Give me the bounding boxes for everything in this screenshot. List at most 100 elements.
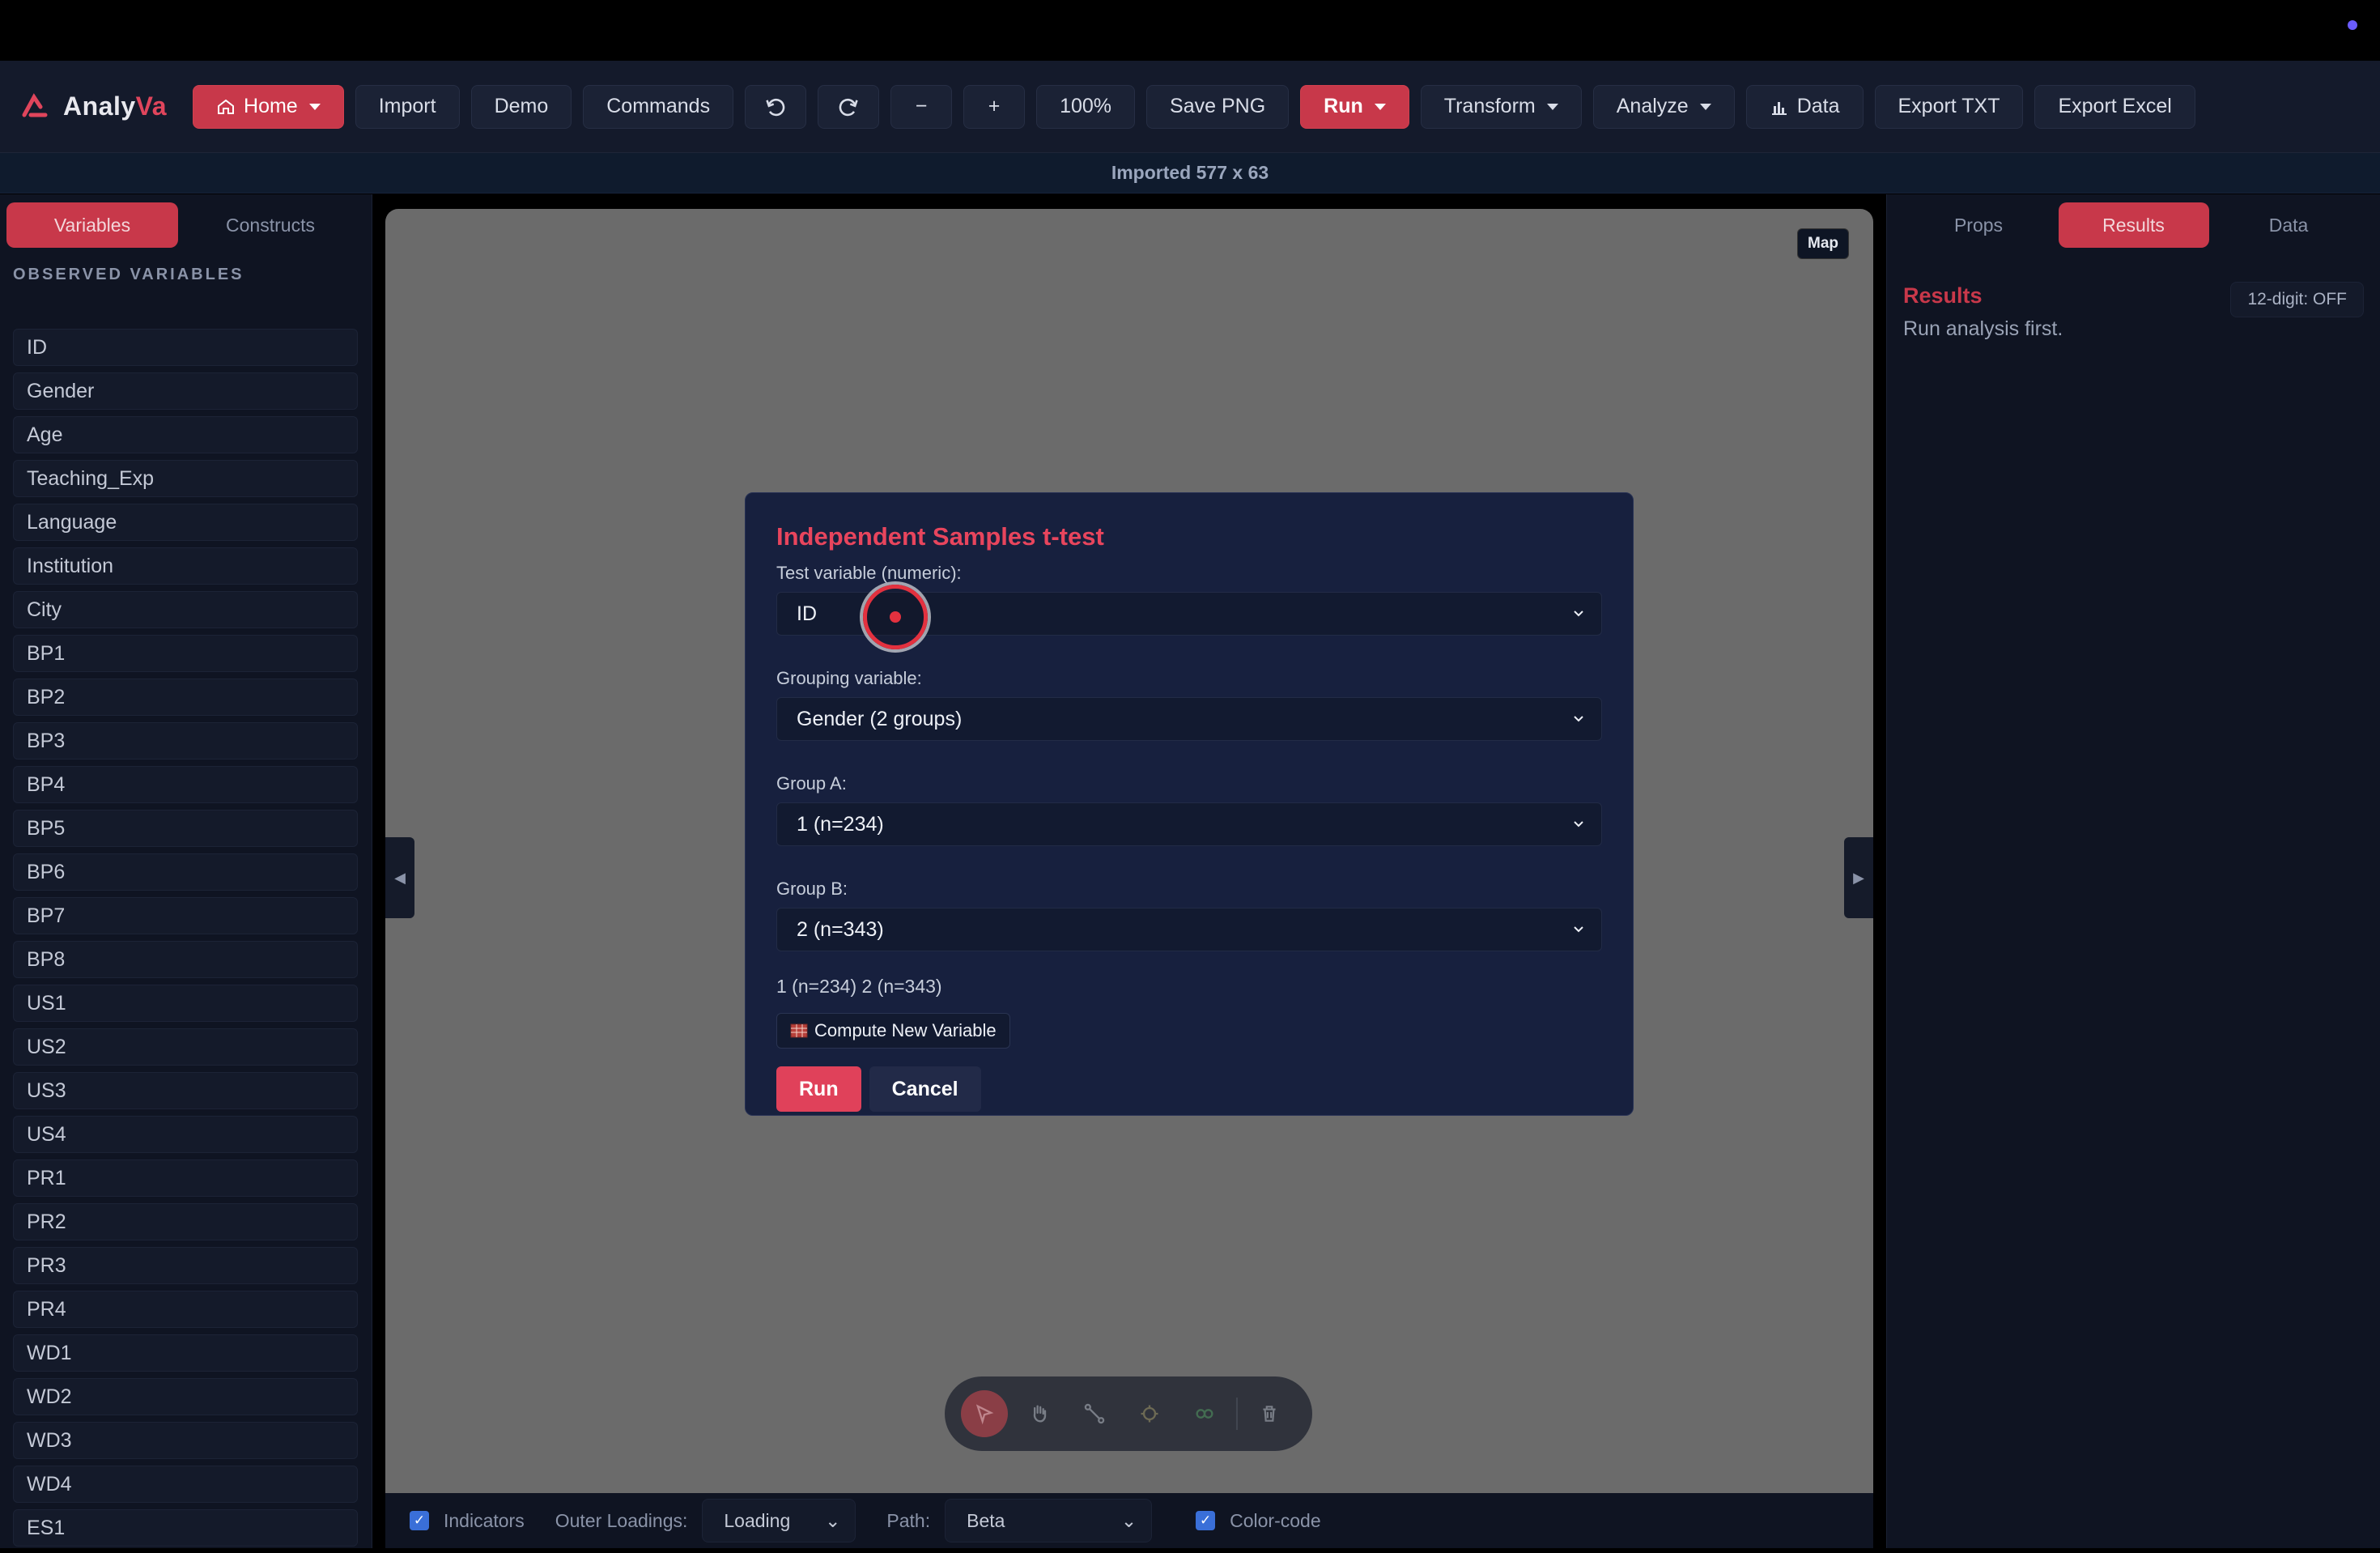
variable-item[interactable]: PR2 (13, 1203, 358, 1240)
variable-item[interactable]: BP2 (13, 679, 358, 716)
variable-item[interactable]: BP5 (13, 810, 358, 847)
transform-menu-button[interactable]: Transform (1420, 84, 1582, 129)
variable-item[interactable]: WD4 (13, 1466, 358, 1503)
home-button[interactable]: Home (193, 84, 344, 129)
analyze-label: Analyze (1616, 95, 1689, 117)
click-indicator-dot (890, 611, 901, 623)
color-code-checkbox[interactable]: ✓ (1196, 1511, 1216, 1530)
compute-variable-label: Compute New Variable (814, 1020, 997, 1040)
chevron-down-icon (1546, 103, 1558, 110)
bar-chart-icon (1771, 101, 1787, 115)
hand-icon (1033, 1405, 1047, 1423)
right-panel: Props Results Data Results Run analysis … (1886, 194, 2380, 1548)
redo-button[interactable] (818, 84, 880, 129)
tab-constructs[interactable]: Constructs (185, 202, 356, 248)
commands-button[interactable]: Commands (583, 84, 734, 129)
variable-item[interactable]: US2 (13, 1028, 358, 1066)
digit-precision-toggle[interactable]: 12-digit: OFF (2230, 282, 2364, 317)
variable-item[interactable]: PR1 (13, 1159, 358, 1197)
pan-tool[interactable] (1016, 1390, 1063, 1437)
undo-button[interactable] (745, 84, 807, 129)
transform-label: Transform (1443, 95, 1536, 117)
run-button[interactable]: Run (776, 1066, 861, 1112)
collapse-right-handle[interactable]: ▶ (1844, 837, 1873, 918)
canvas-options-bar: ✓ Indicators Outer Loadings: Loading ⌄ Pa… (385, 1493, 1873, 1548)
run-menu-label: Run (1324, 95, 1363, 117)
connector-icon (1084, 1403, 1105, 1424)
variable-item[interactable]: Teaching_Exp (13, 460, 358, 497)
logo-icon (22, 92, 48, 117)
test-variable-label: Test variable (numeric): (776, 563, 962, 583)
right-tabs: Props Results Data (1887, 194, 2380, 248)
zoom-out-button[interactable]: − (890, 84, 953, 129)
variable-item[interactable]: US1 (13, 985, 358, 1022)
path-label: Path: (886, 1509, 931, 1531)
undo-icon (766, 98, 785, 116)
link-tool[interactable] (1181, 1390, 1228, 1437)
connect-tool[interactable] (1071, 1390, 1118, 1437)
variable-item[interactable]: Age (13, 416, 358, 453)
chevron-down-icon (1574, 926, 1583, 933)
run-menu-button[interactable]: Run (1300, 84, 1409, 129)
group-b-label: Group B: (776, 879, 848, 899)
chevron-down-icon (308, 103, 321, 110)
save-png-button[interactable]: Save PNG (1146, 84, 1290, 129)
chevron-down-icon (1374, 103, 1386, 110)
dialog-actions: Run Cancel (776, 1066, 1602, 1112)
variable-item[interactable]: US4 (13, 1116, 358, 1153)
variable-item[interactable]: WD2 (13, 1378, 358, 1415)
variable-item[interactable]: Institution (13, 547, 358, 585)
data-button[interactable]: Data (1745, 84, 1864, 129)
export-txt-button[interactable]: Export TXT (1874, 84, 2024, 129)
zoom-level[interactable]: 100% (1036, 84, 1136, 129)
select-tool[interactable] (961, 1390, 1008, 1437)
group-b-select[interactable]: 2 (n=343) (776, 908, 1602, 951)
variable-item[interactable]: WD1 (13, 1334, 358, 1372)
variable-item[interactable]: PR3 (13, 1247, 358, 1284)
tab-data[interactable]: Data (2213, 202, 2364, 248)
export-excel-button[interactable]: Export Excel (2034, 84, 2195, 129)
canvas-toolbar (945, 1376, 1312, 1451)
app-name: AnalyVa (63, 91, 168, 121)
results-title: Results (1903, 283, 1983, 308)
variable-item[interactable]: Gender (13, 372, 358, 410)
indicators-checkbox[interactable]: ✓ (410, 1511, 429, 1530)
variable-item[interactable]: BP8 (13, 941, 358, 978)
variable-item[interactable]: ID (13, 329, 358, 366)
click-indicator (863, 585, 928, 649)
compute-variable-button[interactable]: Compute New Variable (776, 1013, 1010, 1049)
chevron-down-icon: ⌄ (1120, 1509, 1137, 1531)
tab-results[interactable]: Results (2058, 202, 2209, 248)
group-a-label: Group A: (776, 773, 847, 794)
redo-icon (839, 98, 858, 116)
cancel-button[interactable]: Cancel (869, 1066, 981, 1112)
toolbar-divider (1236, 1398, 1238, 1430)
outer-loadings-select[interactable]: Loading ⌄ (702, 1499, 856, 1542)
variable-item[interactable]: BP7 (13, 897, 358, 934)
variable-item[interactable]: BP1 (13, 635, 358, 672)
variable-item[interactable]: Language (13, 504, 358, 541)
variable-item[interactable]: WD3 (13, 1422, 358, 1459)
variable-item[interactable]: BP4 (13, 766, 358, 803)
group-a-select[interactable]: 1 (n=234) (776, 802, 1602, 846)
grouping-variable-select[interactable]: Gender (2 groups) (776, 697, 1602, 741)
variable-item[interactable]: US3 (13, 1072, 358, 1109)
tab-variables[interactable]: Variables (6, 202, 178, 248)
demo-button[interactable]: Demo (470, 84, 572, 129)
construct-tool[interactable] (1126, 1390, 1173, 1437)
variable-item[interactable]: BP6 (13, 853, 358, 891)
variable-item[interactable]: ES1 (13, 1509, 358, 1547)
map-button[interactable]: Map (1797, 228, 1849, 259)
import-button[interactable]: Import (355, 84, 460, 129)
variable-item[interactable]: City (13, 591, 358, 628)
zoom-in-button[interactable]: + (963, 84, 1026, 129)
variable-item[interactable]: PR4 (13, 1291, 358, 1328)
chevron-down-icon: ⌄ (825, 1509, 841, 1531)
delete-tool[interactable] (1246, 1390, 1293, 1437)
analyze-menu-button[interactable]: Analyze (1592, 84, 1735, 129)
path-select[interactable]: Beta ⌄ (945, 1499, 1153, 1542)
toolbar: AnalyVa Home Import Demo Commands − + 10… (0, 61, 2380, 153)
variable-item[interactable]: BP3 (13, 722, 358, 759)
tab-props[interactable]: Props (1903, 202, 2054, 248)
collapse-left-handle[interactable]: ◀ (385, 837, 414, 918)
